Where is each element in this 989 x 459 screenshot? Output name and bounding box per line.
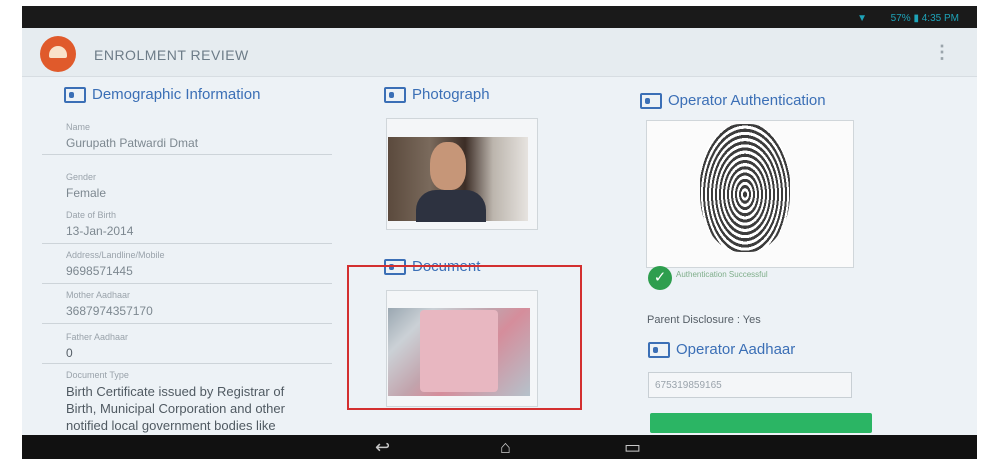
operator-auth-section-title: Operator Authentication	[640, 92, 826, 109]
name-label: Name	[66, 122, 91, 132]
photo-border-left	[0, 0, 22, 459]
status-text: 57% ▮ 4:35 PM	[890, 13, 959, 24]
father-aadhaar-value: 0	[66, 346, 73, 360]
father-aadhaar-label: Father Aadhaar	[66, 332, 129, 342]
camera-icon	[384, 86, 406, 103]
home-icon[interactable]: ⌂	[500, 437, 511, 457]
navigation-bar: ↩ ⌂ ▭	[0, 435, 989, 459]
photo-border-top	[0, 0, 989, 6]
back-icon[interactable]: ↩	[375, 437, 390, 457]
document-type-line-2: Birth, Municipal Corporation and other	[66, 401, 285, 416]
gender-label: Gender	[66, 172, 97, 182]
overflow-menu-icon[interactable]: ⋮	[933, 42, 951, 63]
submit-button[interactable]	[650, 413, 872, 433]
fingerprint-section-icon	[640, 92, 662, 109]
demographic-section-title: Demographic Information	[64, 86, 260, 103]
mother-aadhaar-label: Mother Aadhaar	[66, 290, 131, 300]
divider	[42, 243, 332, 244]
mobile-value: 9698571445	[66, 264, 133, 278]
wifi-icon: ▼	[857, 13, 867, 24]
demographic-title: Demographic Information	[92, 86, 261, 103]
gender-value: Female	[66, 186, 107, 200]
divider	[42, 283, 332, 284]
check-icon: ✓	[648, 266, 672, 290]
divider	[42, 363, 332, 364]
auth-status: Authentication Successful	[676, 270, 768, 279]
photo-shirt	[416, 190, 486, 222]
document-type-label: Document Type	[66, 370, 129, 380]
operator-aadhaar-field[interactable]: 675319859165	[648, 372, 852, 398]
dob-label: Date of Birth	[66, 210, 117, 220]
document-type-line-1: Birth Certificate issued by Registrar of	[66, 384, 285, 399]
operator-aadhaar-section-title: Operator Aadhaar	[648, 341, 795, 358]
app-title: ENROLMENT REVIEW	[94, 47, 249, 63]
app-bar: ENROLMENT REVIEW ⋮	[22, 28, 977, 77]
mother-aadhaar-value: 3687974357170	[66, 304, 153, 318]
photograph-title: Photograph	[412, 86, 490, 103]
name-value: Gurupath Patwardi Dmat	[66, 136, 199, 150]
photograph-section-title: Photograph	[384, 86, 490, 103]
id-card-icon	[648, 341, 670, 358]
aadhaar-logo-icon	[40, 36, 76, 72]
divider	[42, 154, 332, 155]
address-label: Address/Landline/Mobile	[66, 250, 165, 260]
fingerprint-icon	[700, 124, 790, 252]
highlight-box	[347, 265, 582, 410]
status-bar: ▼ 57% ▮ 4:35 PM	[22, 10, 977, 28]
document-type-line-3: notified local government bodies like	[66, 418, 276, 433]
device-frame: ▼ 57% ▮ 4:35 PM ENROLMENT REVIEW ⋮ Demog…	[0, 0, 989, 459]
dob-value: 13-Jan-2014	[66, 224, 134, 238]
recents-icon[interactable]: ▭	[624, 437, 641, 457]
operator-auth-title: Operator Authentication	[668, 92, 826, 109]
divider	[42, 323, 332, 324]
parent-disclosure: Parent Disclosure : Yes	[647, 314, 761, 326]
photo-face	[430, 142, 466, 190]
operator-aadhaar-title: Operator Aadhaar	[676, 341, 796, 358]
id-card-icon	[64, 86, 86, 103]
photo-border-right	[977, 0, 989, 459]
